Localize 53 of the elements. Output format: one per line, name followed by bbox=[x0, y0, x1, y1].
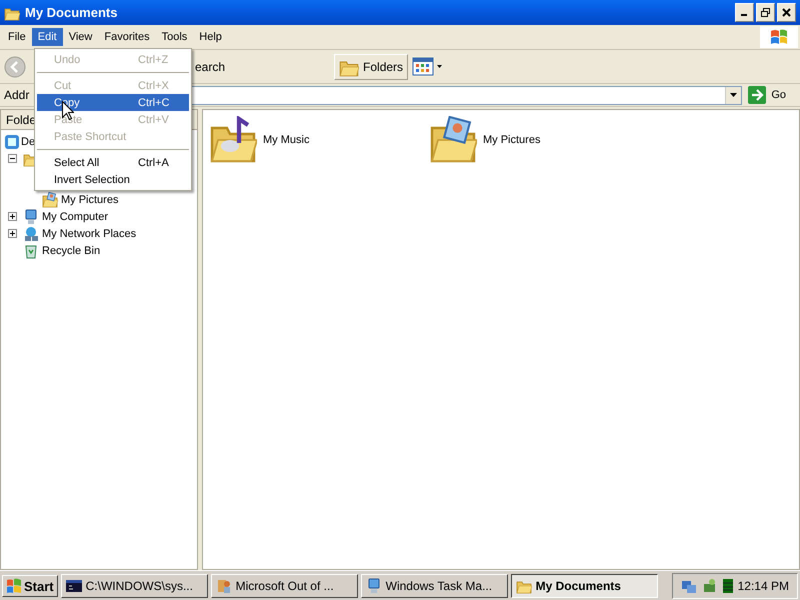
views-button[interactable] bbox=[412, 56, 444, 76]
clock: 12:14 PM bbox=[738, 579, 789, 593]
device-icon[interactable] bbox=[702, 578, 718, 594]
close-icon bbox=[781, 7, 792, 18]
picture-folder-icon bbox=[42, 192, 58, 208]
expand-toggle-icon[interactable] bbox=[8, 212, 17, 221]
meter-icon[interactable] bbox=[722, 579, 733, 593]
start-button[interactable]: Start bbox=[2, 575, 58, 597]
file-label[interactable]: My Music bbox=[263, 134, 310, 146]
taskbar-button[interactable]: C:\WINDOWS\sys... bbox=[60, 574, 208, 598]
dropdown-arrow-icon bbox=[730, 93, 738, 97]
close-button[interactable] bbox=[777, 3, 796, 22]
menu-item[interactable]: Help bbox=[193, 28, 228, 46]
flag-logo-icon bbox=[6, 578, 22, 594]
file-label[interactable]: My Pictures bbox=[483, 134, 540, 146]
flag-logo-icon bbox=[770, 29, 788, 45]
music-folder-icon[interactable] bbox=[209, 116, 257, 164]
arrow-icon bbox=[748, 86, 766, 104]
collapse-toggle-icon[interactable] bbox=[8, 154, 17, 163]
network-icon[interactable] bbox=[680, 578, 697, 594]
window-title: My Documents bbox=[25, 5, 118, 20]
recycle-bin-icon bbox=[23, 242, 39, 258]
menu-option[interactable]: Invert Selection bbox=[37, 171, 189, 188]
address-label: Addr bbox=[4, 88, 30, 102]
restore-button[interactable] bbox=[756, 3, 775, 22]
minimize-button[interactable] bbox=[735, 3, 754, 22]
program-icon bbox=[216, 578, 232, 594]
menu-item[interactable]: Tools bbox=[156, 28, 194, 46]
back-button[interactable] bbox=[4, 56, 26, 78]
computer-icon bbox=[366, 578, 382, 594]
tree-item[interactable]: De bbox=[21, 136, 36, 148]
menu-item[interactable]: Edit bbox=[32, 28, 63, 46]
picture-folder-icon[interactable] bbox=[429, 116, 477, 164]
tree-item[interactable]: Recycle Bin bbox=[42, 244, 100, 256]
console-icon bbox=[66, 578, 82, 594]
menu-item[interactable]: Favorites bbox=[98, 28, 156, 46]
taskbar-button[interactable]: My Documents bbox=[510, 574, 658, 598]
menu-item[interactable]: File bbox=[2, 28, 32, 46]
computer-icon bbox=[23, 208, 39, 224]
taskbar-button[interactable]: Windows Task Ma... bbox=[360, 574, 508, 598]
taskbar-button[interactable]: Microsoft Out of ... bbox=[210, 574, 358, 598]
desktop-icon bbox=[4, 134, 20, 150]
tree-item[interactable]: My Computer bbox=[42, 210, 108, 222]
tree-item[interactable]: My Network Places bbox=[42, 228, 136, 240]
expand-toggle-icon[interactable] bbox=[8, 229, 17, 238]
menu-option[interactable]: Select All Ctrl+A bbox=[37, 154, 189, 171]
restore-icon bbox=[760, 7, 771, 18]
tree-item[interactable]: My Pictures bbox=[61, 194, 118, 206]
menu-item[interactable]: View bbox=[62, 28, 98, 46]
go-button[interactable]: Go bbox=[748, 86, 796, 104]
folders-button[interactable]: Folders bbox=[334, 54, 408, 80]
network-icon bbox=[23, 226, 39, 242]
search-button[interactable]: earch bbox=[190, 56, 230, 76]
